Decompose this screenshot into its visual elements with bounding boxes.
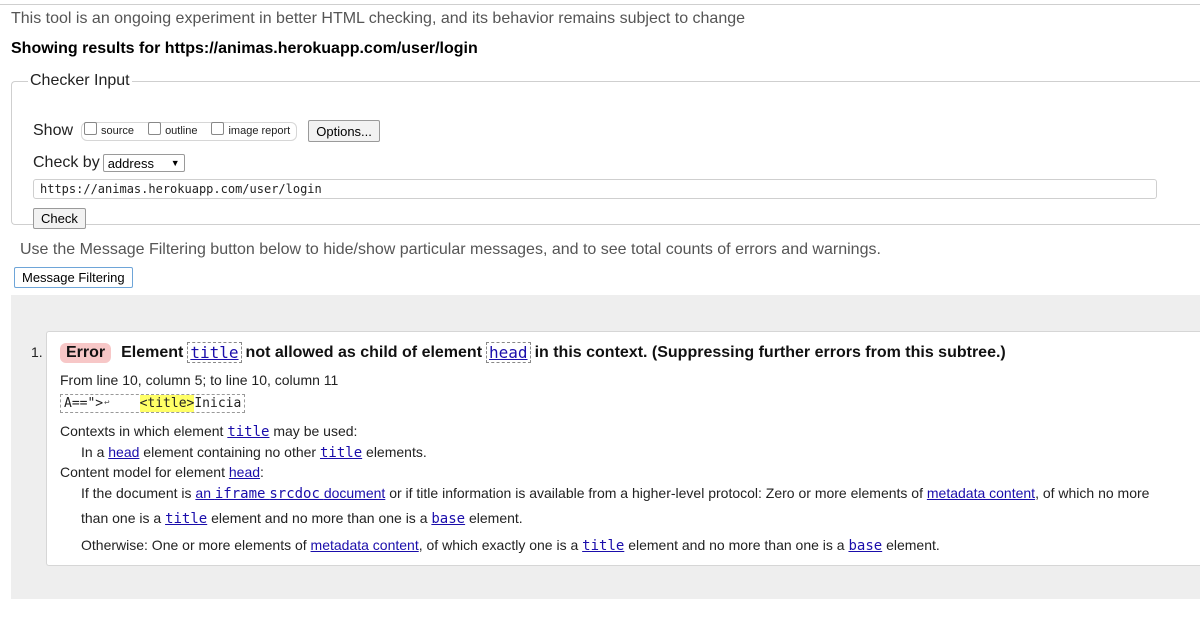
image-report-checkbox[interactable] — [211, 121, 225, 135]
extract-post: Inicia — [194, 396, 242, 411]
cm1-link1-a: an — [195, 485, 211, 501]
cm1-link1-code2: srcdoc — [269, 486, 320, 502]
option-image-report-label: image report — [228, 125, 291, 137]
cm2-a: Otherwise: One or more elements of — [81, 537, 307, 553]
cm1-title-link[interactable]: title — [165, 511, 207, 527]
error-badge: Error — [60, 342, 112, 363]
option-outline-label: outline — [165, 125, 198, 137]
context-item-2: element containing no other — [143, 444, 317, 460]
contexts-pre: Contexts in which element — [60, 423, 224, 439]
context-item-3: elements. — [366, 444, 427, 460]
cm2-c: element and no more than one is a — [628, 537, 845, 553]
context-head-link[interactable]: head — [108, 444, 139, 460]
error-text-2: not allowed as child of element — [245, 343, 483, 361]
contexts-title-link[interactable]: title — [227, 424, 269, 440]
experiment-note: This tool is an ongoing experiment in be… — [11, 10, 746, 27]
content-model-item-2: Otherwise: One or more elements of metad… — [81, 537, 940, 554]
message-number: 1. — [31, 344, 43, 360]
extract-pre: A=="> — [64, 396, 104, 411]
iframe-srcdoc-document-link[interactable]: an iframe srcdoc document — [195, 485, 386, 502]
option-source[interactable]: source — [84, 121, 135, 138]
error-heading: Error Element title not allowed as child… — [60, 342, 1006, 363]
metadata-content-link-1[interactable]: metadata content — [927, 485, 1035, 501]
cm2-title-link[interactable]: title — [582, 538, 624, 554]
context-item: In a head element containing no other ti… — [81, 444, 427, 461]
title-element-link[interactable]: title — [187, 342, 242, 363]
content-model-item-1a: If the document is an iframe srcdoc docu… — [81, 485, 1149, 502]
show-options-row: Show source outline image report Options… — [33, 120, 380, 142]
cm1-link1-b: document — [323, 485, 386, 501]
filtering-note: Use the Message Filtering button below t… — [20, 241, 881, 258]
showing-results-heading: Showing results for https://animas.herok… — [11, 40, 478, 57]
cm1-base-link[interactable]: base — [431, 511, 465, 527]
context-item-1: In a — [81, 444, 105, 460]
cm1-e: element and no more than one is a — [211, 510, 428, 526]
option-image-report[interactable]: image report — [211, 121, 291, 138]
message-filtering-button[interactable]: Message Filtering — [14, 267, 133, 288]
option-source-label: source — [101, 125, 135, 137]
checker-input-legend: Checker Input — [30, 72, 130, 89]
cm2-d: element. — [886, 537, 940, 553]
extract-highlight: <title> — [139, 395, 195, 412]
cm1-f: element. — [468, 510, 523, 526]
content-model-pre: Content model for element — [60, 464, 225, 480]
check-by-value: address — [107, 155, 154, 171]
error-location: From line 10, column 5; to line 10, colu… — [60, 372, 339, 388]
cm2-b: , of which exactly one is a — [418, 537, 579, 553]
source-extract: A=="> ↩ <title> Inicia — [60, 394, 246, 413]
results-panel: 1. Error Element title not allowed as ch… — [11, 295, 1200, 599]
content-model-line: Content model for element head: — [60, 464, 264, 480]
show-options-group: source outline image report — [81, 121, 298, 141]
content-model-item-1b: than one is a title element and no more … — [81, 510, 523, 527]
return-icon: ↩ — [104, 398, 110, 408]
source-checkbox[interactable] — [84, 121, 98, 135]
error-text-1: Element — [121, 343, 184, 361]
check-by-label: Check by — [33, 154, 100, 171]
show-label: Show — [33, 122, 74, 139]
check-by-row: Check by address ▼ — [33, 154, 185, 172]
cm2-base-link[interactable]: base — [848, 538, 882, 554]
contexts-line: Contexts in which element title may be u… — [60, 423, 357, 440]
cm1-d: than one is a — [81, 510, 162, 526]
outline-checkbox[interactable] — [148, 121, 162, 135]
checker-input-fieldset: Checker Input Show source outline image … — [11, 72, 1200, 229]
error-message-card: Error Element title not allowed as child… — [46, 331, 1200, 566]
cm1-b: or if title information is available fro… — [389, 485, 923, 501]
context-title-link[interactable]: title — [320, 445, 362, 461]
check-by-select[interactable]: address ▼ — [102, 154, 185, 172]
contexts-post: may be used: — [273, 423, 358, 439]
error-text-3: in this context. (Suppressing further er… — [534, 343, 1006, 361]
metadata-content-link-2[interactable]: metadata content — [311, 537, 419, 553]
option-outline[interactable]: outline — [148, 121, 198, 138]
head-element-link[interactable]: head — [486, 342, 531, 363]
options-button[interactable]: Options... — [308, 120, 380, 142]
triangle-down-icon: ▼ — [170, 158, 180, 168]
content-model-post: : — [260, 464, 264, 480]
url-input[interactable]: https://animas.herokuapp.com/user/login — [33, 179, 1157, 199]
cm1-a: If the document is — [81, 485, 192, 501]
check-button[interactable]: Check — [33, 208, 86, 229]
cm1-c: , of which no more — [1035, 485, 1150, 501]
top-border — [0, 0, 1200, 5]
cm1-link1-code: iframe — [214, 486, 266, 502]
content-model-head-link[interactable]: head — [229, 464, 260, 480]
